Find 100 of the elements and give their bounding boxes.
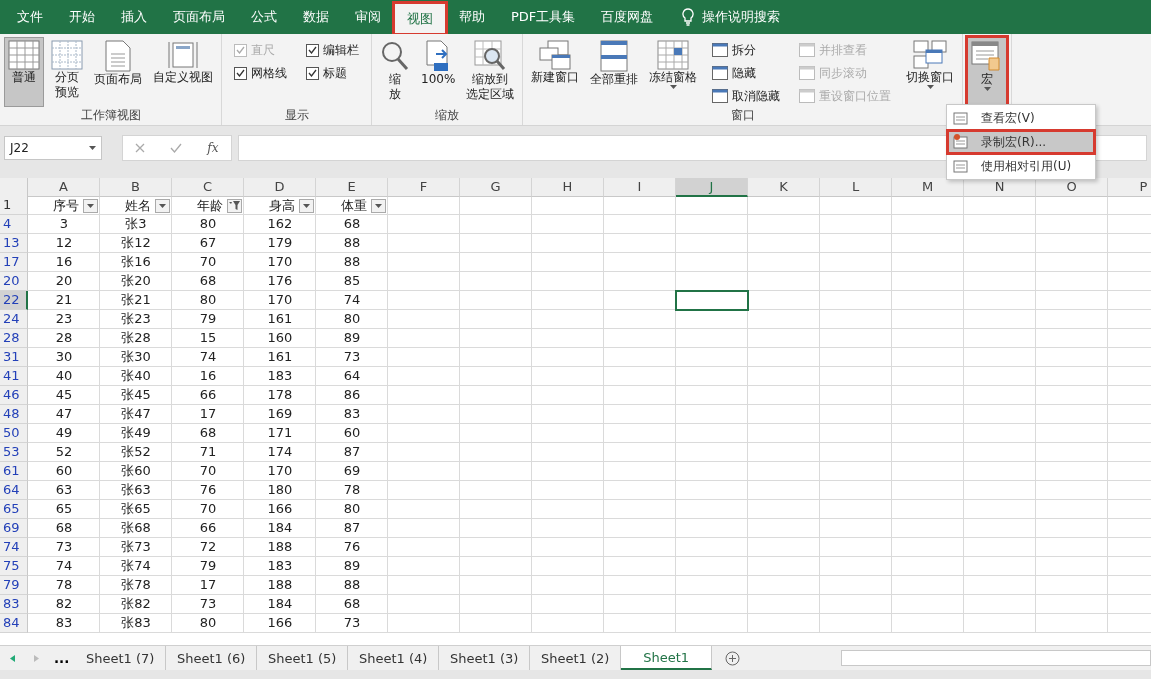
ribbon-button[interactable]: 缩 放 xyxy=(376,37,414,107)
row-header[interactable]: 84 xyxy=(0,614,28,633)
row-header[interactable]: 17 xyxy=(0,253,28,272)
ribbon-button[interactable]: 拆分 xyxy=(710,40,783,60)
row-header[interactable]: 4 xyxy=(0,215,28,234)
row-header[interactable]: 48 xyxy=(0,405,28,424)
row-header[interactable]: 13 xyxy=(0,234,28,253)
ribbon-tab[interactable]: 公式 xyxy=(238,0,290,34)
filter-button[interactable] xyxy=(227,198,242,213)
row-header[interactable]: 31 xyxy=(0,348,28,367)
row-header[interactable]: 69 xyxy=(0,519,28,538)
table-cell-text: 76 xyxy=(342,538,362,556)
window-icon xyxy=(799,43,816,57)
table-cell-text: 174 xyxy=(266,443,294,461)
ribbon-tab[interactable]: 插入 xyxy=(108,0,160,34)
column-header[interactable]: D xyxy=(244,178,316,197)
table-cell-text: 166 xyxy=(266,500,294,518)
group-label: 显示 xyxy=(283,107,310,124)
more-sheets-button[interactable]: ... xyxy=(48,646,76,670)
row-header[interactable]: 24 xyxy=(0,310,28,329)
table-cell-text: 79 xyxy=(198,557,218,575)
row-header[interactable]: 20 xyxy=(0,272,28,291)
filter-icon xyxy=(229,201,240,210)
ribbon-button[interactable]: 宏 xyxy=(967,37,1008,107)
window-icon xyxy=(799,66,816,80)
column-header[interactable]: L xyxy=(820,178,892,197)
row-header[interactable]: 28 xyxy=(0,329,28,348)
column-header[interactable]: H xyxy=(532,178,604,197)
table-cell-text: 张45 xyxy=(120,386,152,404)
column-header[interactable]: G xyxy=(460,178,532,197)
ribbon-button[interactable]: 隐藏 xyxy=(710,63,783,83)
name-box[interactable]: J22 xyxy=(4,135,102,160)
row-header[interactable]: 22 xyxy=(0,291,28,310)
table-cell-text: 80 xyxy=(342,500,362,518)
column-header[interactable]: B xyxy=(100,178,172,197)
column-header[interactable]: E xyxy=(316,178,388,197)
insert-function-button[interactable]: fx xyxy=(207,140,219,155)
row-header[interactable]: 65 xyxy=(0,500,28,519)
filter-button[interactable] xyxy=(299,198,314,213)
filter-button[interactable] xyxy=(83,198,98,213)
ribbon-tab[interactable]: 百度网盘 xyxy=(588,0,667,34)
filter-button[interactable] xyxy=(371,198,386,213)
row-header[interactable]: 50 xyxy=(0,424,28,443)
column-header[interactable]: A xyxy=(28,178,100,197)
checkbox[interactable]: 网格线 xyxy=(232,63,289,83)
ribbon-button[interactable]: 分页 预览 xyxy=(47,37,87,107)
row-header[interactable]: 41 xyxy=(0,367,28,386)
column-header[interactable]: K xyxy=(748,178,820,197)
column-header[interactable]: F xyxy=(388,178,460,197)
ribbon-button[interactable]: 自定义视图 xyxy=(149,37,217,107)
row-header[interactable]: 75 xyxy=(0,557,28,576)
ribbon-button[interactable]: 缩放到 选定区域 xyxy=(462,37,519,107)
ribbon-button[interactable]: 取消隐藏 xyxy=(710,86,783,106)
row-header[interactable]: 46 xyxy=(0,386,28,405)
column-header[interactable]: C xyxy=(172,178,244,197)
column-header[interactable]: M xyxy=(892,178,964,197)
column-header[interactable]: P xyxy=(1108,178,1151,197)
ribbon-tab[interactable]: 审阅 xyxy=(342,0,394,34)
checkbox[interactable]: 标题 xyxy=(304,63,361,83)
ribbon-button[interactable]: 页面布局 xyxy=(90,37,146,107)
table-cell-text: 张63 xyxy=(120,481,152,499)
menu-item[interactable]: 使用相对引用(U) xyxy=(947,154,1095,178)
ribbon-tab[interactable]: 页面布局 xyxy=(160,0,238,34)
row-header[interactable]: 83 xyxy=(0,595,28,614)
menu-item[interactable]: 录制宏(R)... xyxy=(947,130,1095,154)
ribbon-tab[interactable]: 数据 xyxy=(290,0,342,34)
ribbon-button[interactable]: 冻结窗格 xyxy=(645,37,702,107)
filter-button[interactable] xyxy=(155,198,170,213)
ribbon-tab[interactable]: 帮助 xyxy=(446,0,498,34)
row-header[interactable]: 64 xyxy=(0,481,28,500)
horizontal-scrollbar[interactable] xyxy=(841,650,1151,666)
sheet-tab[interactable]: Sheet1 xyxy=(621,646,713,670)
table-cell-text: 63 xyxy=(54,481,74,499)
ribbon-button[interactable]: 100% xyxy=(417,37,460,107)
selected-cell[interactable] xyxy=(676,291,748,310)
row-header[interactable]: 74 xyxy=(0,538,28,557)
ribbon-tab[interactable]: 视图 xyxy=(394,3,446,34)
check-icon[interactable] xyxy=(170,142,183,153)
table-cell-text: 68 xyxy=(342,595,362,613)
ribbon-button[interactable]: 全部重排 xyxy=(586,37,643,107)
search-field[interactable]: 操作说明搜索 xyxy=(676,0,787,34)
row-header[interactable]: 79 xyxy=(0,576,28,595)
ribbon-button[interactable]: 普通 xyxy=(4,37,44,107)
checkbox[interactable]: 编辑栏 xyxy=(304,40,361,60)
table-cell-text: 180 xyxy=(266,481,294,499)
table-cell-text: 80 xyxy=(342,310,362,328)
ribbon-button[interactable]: 新建窗口 xyxy=(527,37,584,107)
ribbon-tab[interactable]: 开始 xyxy=(56,0,108,34)
column-header[interactable]: I xyxy=(604,178,676,197)
menu-item[interactable]: 查看宏(V) xyxy=(947,106,1095,130)
ribbon-tab[interactable]: 文件 xyxy=(4,0,56,34)
column-header[interactable]: O xyxy=(1036,178,1108,197)
ribbon-tab[interactable]: PDF工具集 xyxy=(498,0,589,34)
row-header[interactable]: 53 xyxy=(0,443,28,462)
ribbon-button[interactable]: 切换窗口 xyxy=(902,37,959,107)
macro-icon xyxy=(953,110,969,126)
row-header[interactable]: 61 xyxy=(0,462,28,481)
search-icon xyxy=(380,40,410,72)
column-header[interactable]: J xyxy=(676,178,748,197)
row-header[interactable]: 1 xyxy=(0,196,28,215)
